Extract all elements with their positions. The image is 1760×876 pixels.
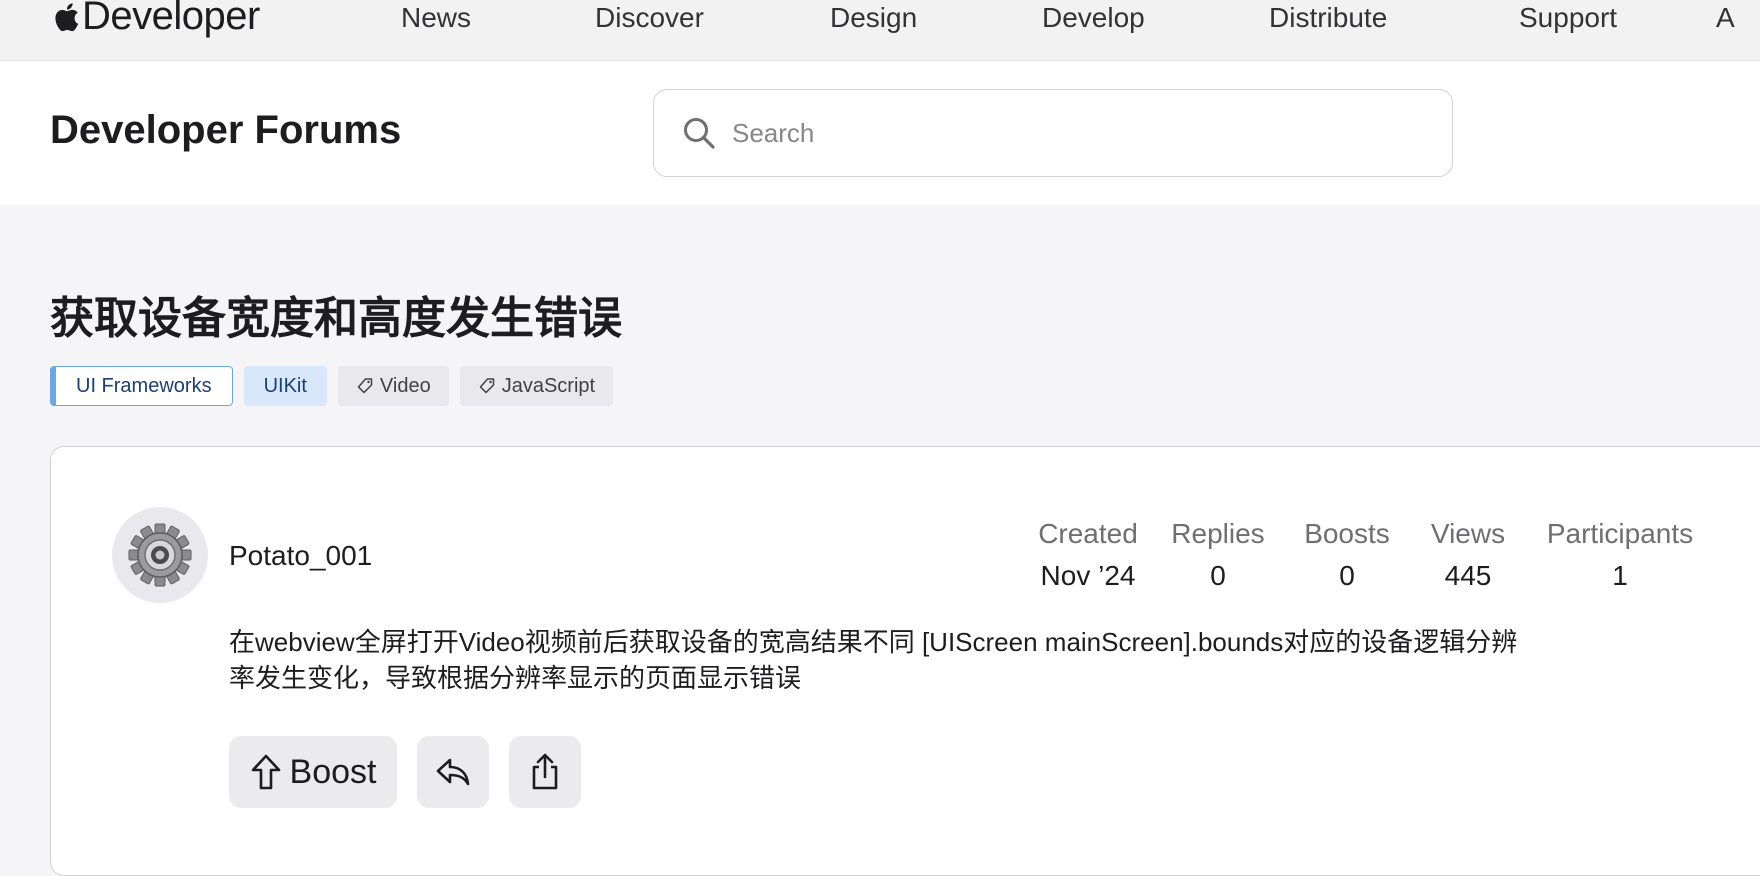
nav-item-develop[interactable]: Develop [1042,2,1145,34]
developer-home-link[interactable]: Developer [50,0,260,39]
search-box[interactable] [653,89,1453,177]
reply-button[interactable] [417,736,489,808]
nav-item-news[interactable]: News [401,2,471,34]
forums-title[interactable]: Developer Forums [50,108,401,153]
apple-logo-icon [55,2,79,31]
stat-replies: Replies 0 [1168,518,1268,592]
tag-icon [357,378,373,394]
stat-views: Views 445 [1425,518,1511,592]
stat-label: Participants [1546,518,1694,549]
nav-item-design[interactable]: Design [830,2,917,34]
reply-icon [436,758,470,786]
gear-avatar-icon [128,523,192,587]
boost-button[interactable]: Boost [229,736,397,808]
stat-label: Replies [1171,518,1265,549]
avatar[interactable] [112,507,208,603]
nav-item-account[interactable]: A [1716,2,1735,34]
stat-label: Boosts [1304,518,1390,549]
stat-participants: Participants 1 [1540,518,1700,592]
nav-item-discover[interactable]: Discover [595,2,704,34]
post-body-line: 率发生变化，导致根据分辨率显示的页面显示错误 [229,663,802,693]
tag-list: UI Frameworks UIKit Video JavaScript [50,366,614,406]
stat-label: Created [1038,518,1138,549]
stat-value: 0 [1339,560,1355,591]
tag-label: Video [379,374,431,397]
nav-item-support[interactable]: Support [1519,2,1617,34]
share-icon [532,753,558,790]
share-button[interactable] [509,736,581,808]
search-icon [684,118,715,149]
boost-arrow-icon [251,754,280,790]
author-name[interactable]: Potato_001 [229,540,372,572]
stat-value: 445 [1444,560,1492,591]
stat-label: Views [1430,518,1506,549]
tag-label: UIKit [263,374,307,397]
brand-text: Developer [82,0,260,38]
tag-icon [479,378,494,394]
nav-item-distribute[interactable]: Distribute [1269,2,1387,34]
stat-boosts: Boosts 0 [1298,518,1396,592]
tag-label: JavaScript [501,374,596,397]
stat-value: 1 [1612,560,1628,591]
search-input[interactable] [732,110,1412,156]
stat-value: 0 [1210,560,1226,591]
boost-label: Boost [289,752,377,791]
tag-label: UI Frameworks [76,374,212,397]
post-body-line: 在webview全屏打开Video视频前后获取设备的宽高结果不同 [UIScre… [229,627,1518,657]
stat-created: Created Nov ’24 [1023,518,1153,592]
post-body: 在webview全屏打开Video视频前后获取设备的宽高结果不同 [UIScre… [229,624,1649,696]
forums-header: Developer Forums [0,61,1760,205]
thread-title: 获取设备宽度和高度发生错误 [50,294,622,343]
tag-video[interactable]: Video [337,366,449,406]
tag-uikit[interactable]: UIKit [243,366,327,406]
tag-ui-frameworks[interactable]: UI Frameworks [50,366,233,406]
global-nav: Developer News Discover Design Develop D… [0,0,1760,61]
tag-javascript[interactable]: JavaScript [459,366,614,406]
stat-value: Nov ’24 [1040,560,1136,591]
